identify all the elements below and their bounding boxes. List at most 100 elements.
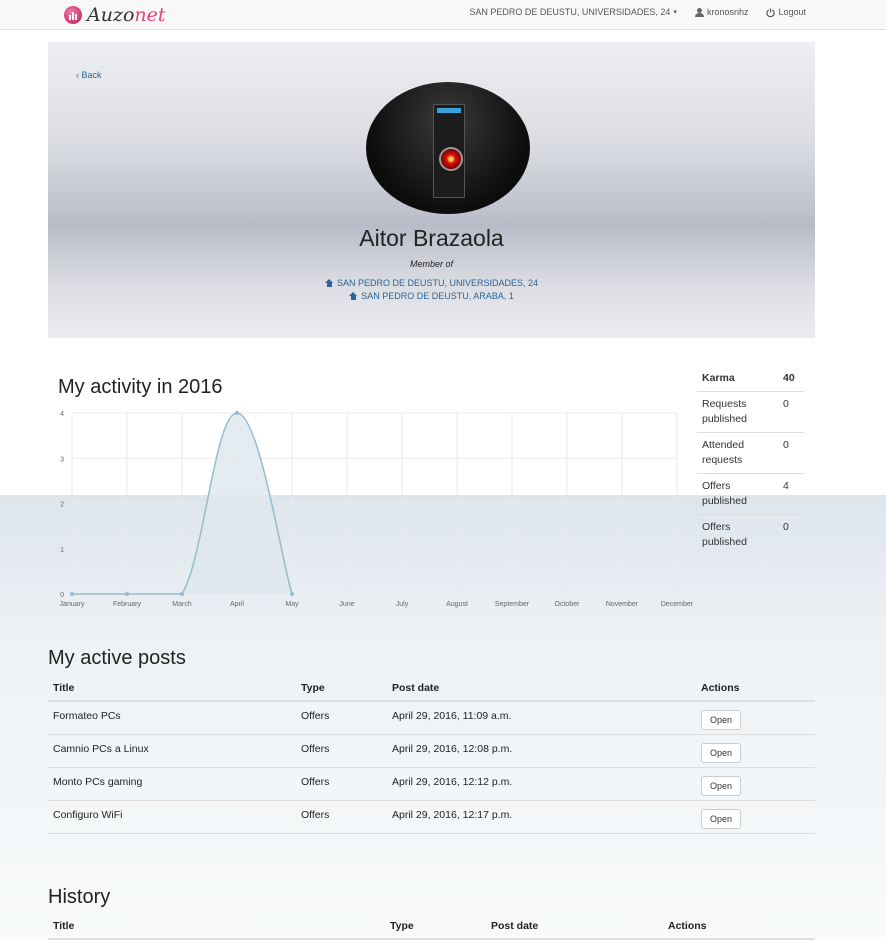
table-row: Camnio PCs a Linux Offers April 29, 2016… [48,734,815,768]
data-point [235,411,239,415]
brand-name-part-1: Auzo [87,4,135,26]
stat-value: 4 [779,473,804,515]
post-date: April 29, 2016, 12:12 p.m. [387,767,696,801]
post-title: Configuro WiFi [48,800,296,834]
user-link[interactable]: kronosnhz [694,7,749,17]
post-actions: Open [696,800,815,834]
stat-value: 0 [783,521,789,533]
avatar [366,82,530,214]
community-link-label: SAN PEDRO DE DEUSTU, UNIVERSIDADES, 24 [336,278,539,288]
post-title: Camnio PCs a Linux [48,734,296,768]
back-label: Back [81,70,102,80]
profile-header: ‹ Back Aitor Brazaola Member of SAN PEDR… [48,42,815,338]
profile-name: Aitor Brazaola [359,225,504,251]
y-tick-label: 1 [60,547,64,554]
open-button[interactable]: Open [701,710,742,730]
x-tick-label: September [495,601,530,608]
stat-value: 40 [779,366,804,392]
stat-row: Offers published 0 [697,515,804,556]
activity-title: My activity in 2016 [58,376,223,398]
column-header-actions: Actions [663,914,815,940]
stat-label: Karma [697,366,779,392]
x-tick-label: July [396,601,409,608]
y-tick-label: 2 [60,502,64,509]
column-header-post-date: Post date [486,914,663,940]
home-icon [349,292,358,300]
post-date: April 29, 2016, 11:09 a.m. [387,701,696,735]
hal-9000-image [433,104,465,198]
stat-row: Attended requests 0 [697,432,804,474]
stat-value: 0 [779,391,804,433]
x-tick-label: November [606,601,639,608]
auzonet-logo-icon [64,6,82,24]
column-header-type: Type [385,914,486,940]
history-table: Title Type Post date Actions [48,914,815,940]
data-point [290,592,294,596]
stat-row: Offers published 4 [697,473,804,515]
data-point [125,592,129,596]
history-title: History [48,886,111,908]
navbar: Auzo net SAN PEDRO DE DEUSTU, UNIVERSIDAD… [0,0,886,30]
column-header-title: Title [48,914,385,940]
community-link-2[interactable]: SAN PEDRO DE DEUSTU, ARABA, 1 [48,291,815,301]
chevron-left-icon: ‹ [76,70,79,80]
x-tick-label: April [230,601,244,608]
power-icon [766,7,776,17]
open-button[interactable]: Open [701,775,742,796]
x-tick-label: May [285,601,299,608]
post-actions: Open [696,734,815,768]
active-posts-title: My active posts [48,647,186,669]
community-dropdown-label: SAN PEDRO DE DEUSTU, UNIVERSIDADES, 24 [469,7,671,17]
post-actions: Open [696,767,815,801]
x-tick-label: June [339,601,354,608]
data-point [180,592,184,596]
post-type: Offers [296,701,387,735]
stat-value: 0 [779,432,804,474]
table-row: Formateo PCs Offers April 29, 2016, 11:0… [48,701,815,735]
stat-row: Requests published 0 [697,391,804,433]
table-header-row: Title Type Post date Actions [48,914,815,940]
post-type: Offers [296,734,387,768]
post-date: April 29, 2016, 12:08 p.m. [387,734,696,768]
community-link-label: SAN PEDRO DE DEUSTU, ARABA, 1 [361,291,514,301]
y-tick-label: 4 [60,411,64,418]
x-tick-label: February [113,601,142,608]
brand-name-part-2: net [134,4,166,26]
brand[interactable]: Auzo net [64,4,166,26]
y-tick-label: 3 [60,456,64,463]
post-date: April 29, 2016, 12:17 p.m. [387,800,696,834]
community-link-1[interactable]: SAN PEDRO DE DEUSTU, UNIVERSIDADES, 24 [48,278,815,288]
home-icon [324,279,334,287]
open-button[interactable]: Open [701,742,742,763]
user-name: kronosnhz [706,7,749,17]
caret-down-icon: ▾ [673,9,677,16]
post-actions: Open [696,701,815,735]
user-icon [694,7,704,17]
stat-label: Offers published [697,473,779,515]
back-link[interactable]: ‹ Back [76,70,102,80]
y-tick-label: 0 [60,592,64,599]
open-button[interactable]: Open [701,808,742,829]
data-point [70,592,74,596]
column-header-post-date: Post date [387,676,696,702]
post-title: Formateo PCs [48,701,296,735]
stats-table: Karma 40 Requests published 0 Attended r… [697,366,804,555]
post-title: Monto PCs gaming [48,767,296,801]
x-tick-label: January [60,601,85,608]
x-tick-label: October [555,601,581,608]
member-of-label: Member of [409,259,453,269]
stat-label: Attended requests [697,432,779,474]
column-header-type: Type [296,676,387,702]
logout-label: Logout [778,7,806,17]
logout-link[interactable]: Logout [766,7,806,17]
community-dropdown[interactable]: SAN PEDRO DE DEUSTU, UNIVERSIDADES, 24 ▾ [469,7,677,17]
activity-chart: 0 1 2 3 4 January February March April May June Jul… [60,411,694,608]
column-header-actions: Actions [696,676,815,702]
post-type: Offers [296,800,387,834]
table-row: Monto PCs gaming Offers April 29, 2016, … [48,767,815,801]
active-posts-table: Title Type Post date Actions Formateo PC… [48,676,815,834]
stat-label: Offers published [702,521,747,548]
column-header-title: Title [48,676,296,702]
x-tick-label: March [172,601,192,608]
post-type: Offers [296,767,387,801]
